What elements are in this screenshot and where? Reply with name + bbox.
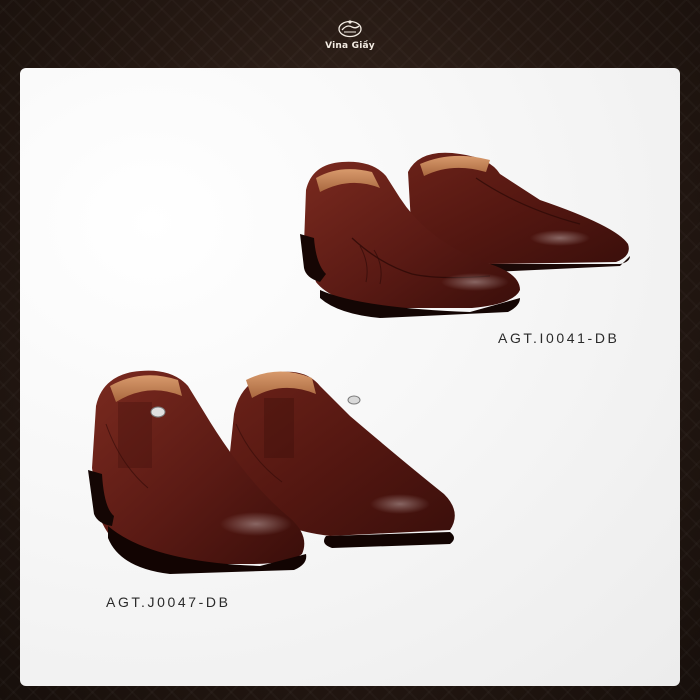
header: Vina Giầy	[0, 0, 700, 68]
product-image-bottom	[88, 370, 455, 574]
product-card: AGT.I0041-DB AGT.J0047-DB	[20, 68, 680, 686]
brand-name: Vina Giầy	[325, 40, 375, 51]
product-code-bottom: AGT.J0047-DB	[106, 594, 231, 610]
vina-giay-emblem-icon	[338, 19, 362, 37]
product-code-top: AGT.I0041-DB	[498, 330, 620, 346]
product-image-top	[300, 152, 630, 318]
